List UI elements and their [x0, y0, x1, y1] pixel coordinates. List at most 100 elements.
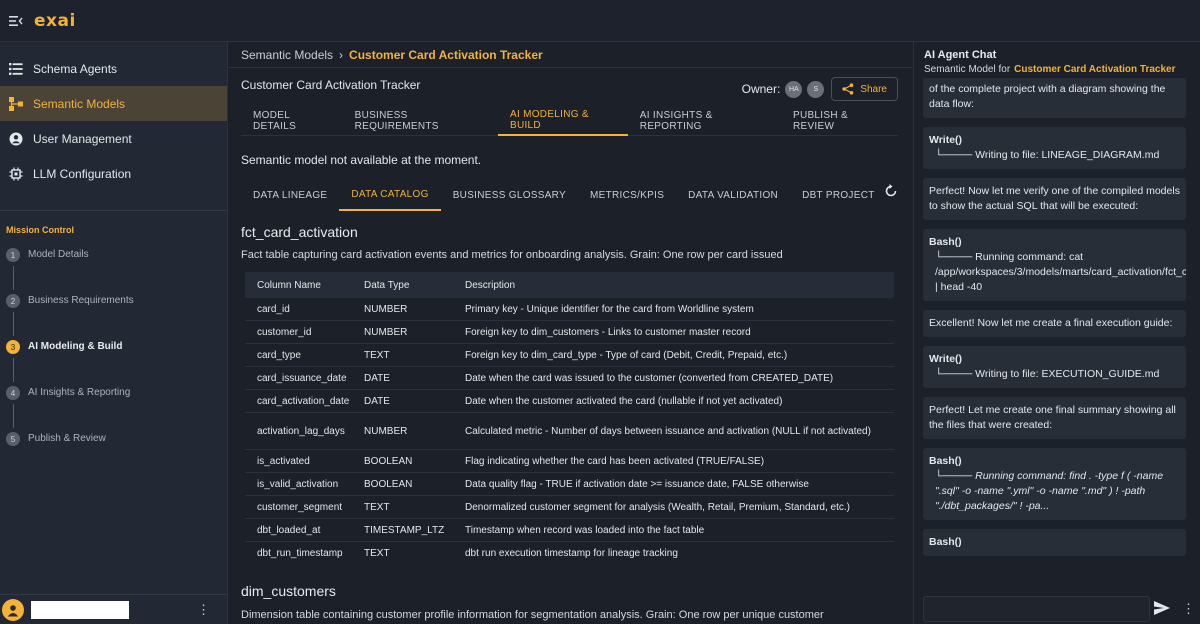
- cell-data-type: TEXT: [364, 501, 390, 513]
- chat-subtitle: Semantic Model for Customer Card Activati…: [924, 64, 1176, 75]
- chat-message: of the complete project with a diagram s…: [923, 78, 1186, 118]
- table-row: customer_id NUMBER Foreign key to dim_cu…: [245, 321, 894, 344]
- page-title: Customer Card Activation Tracker: [241, 78, 421, 92]
- table-description: Fact table capturing card activation eve…: [241, 249, 783, 261]
- sidebar-item-label: User Management: [33, 131, 132, 146]
- share-button[interactable]: Share: [831, 77, 898, 101]
- sidebar: Schema Agents Semantic Models User Manag…: [0, 42, 228, 624]
- column-header: Column Name: [257, 279, 321, 291]
- step-business-requirements[interactable]: 2 Business Requirements: [6, 290, 226, 336]
- tab-model-details[interactable]: MODEL DETAILS: [241, 105, 343, 136]
- message-text: of the complete project with a diagram s…: [929, 83, 1166, 110]
- app-logo[interactable]: exai: [34, 11, 76, 31]
- step-label: Model Details: [28, 249, 89, 260]
- collapse-menu-icon[interactable]: [2, 0, 30, 42]
- mission-control-steps: 1 Model Details 2 Business Requirements …: [6, 244, 226, 474]
- tab-metrics-kpis[interactable]: METRICS/KPIS: [578, 179, 676, 211]
- breadcrumb-current: Customer Card Activation Tracker: [349, 47, 543, 62]
- table-row: customer_segment TEXT Denormalized custo…: [245, 496, 894, 519]
- breadcrumb-separator: ›: [339, 47, 344, 62]
- chat-tool-message: Bash() └──── Running command: cat /app/w…: [923, 229, 1186, 301]
- sidebar-item-schema-agents[interactable]: Schema Agents: [0, 51, 227, 86]
- list-icon: [8, 61, 24, 77]
- tab-ai-modeling-build[interactable]: AI MODELING & BUILD: [497, 105, 628, 136]
- user-name-box: [31, 600, 129, 619]
- cell-column-name: dbt_loaded_at: [257, 524, 321, 536]
- chat-tool-message: Write() └──── Writing to file: EXECUTION…: [923, 346, 1186, 388]
- tab-publish-review[interactable]: PUBLISH & REVIEW: [781, 105, 898, 136]
- step-label: Business Requirements: [28, 295, 134, 306]
- cell-description: Foreign key to dim_customers - Links to …: [465, 326, 751, 338]
- table-row: dbt_run_timestamp TEXT dbt run execution…: [245, 542, 894, 565]
- share-icon: [842, 83, 854, 95]
- table-description: Dimension table containing customer prof…: [241, 609, 824, 621]
- message-text: Perfect! Let me create one final summary…: [929, 404, 1176, 431]
- table-name-fct-card-activation: fct_card_activation: [241, 224, 358, 240]
- tool-output: └──── Running command: find . -type f ( …: [935, 470, 1164, 512]
- cell-description: Foreign key to dim_card_type - Type of c…: [465, 349, 788, 361]
- owner-area: Owner: HA S Share: [742, 77, 898, 101]
- chat-subtitle-model: Customer Card Activation Tracker: [1014, 64, 1176, 75]
- step-publish-review[interactable]: 5 Publish & Review: [6, 428, 226, 474]
- cell-data-type: TIMESTAMP_LTZ: [364, 524, 445, 536]
- sub-tabs: DATA LINEAGE DATA CATALOG BUSINESS GLOSS…: [241, 179, 898, 211]
- refresh-icon[interactable]: [884, 184, 898, 201]
- tool-name: Bash(): [929, 236, 962, 248]
- top-bar: exai: [0, 0, 1200, 42]
- cell-description: Flag indicating whether the card has bee…: [465, 455, 765, 467]
- cell-column-name: card_activation_date: [257, 395, 350, 407]
- cell-data-type: NUMBER: [364, 303, 408, 315]
- sidebar-item-user-management[interactable]: User Management: [0, 121, 227, 156]
- table-row: card_type TEXT Foreign key to dim_card_t…: [245, 344, 894, 367]
- tab-dbt-project[interactable]: DBT PROJECT: [790, 179, 887, 211]
- cell-column-name: card_issuance_date: [257, 372, 347, 384]
- step-ai-modeling-build[interactable]: 3 AI Modeling & Build: [6, 336, 226, 382]
- cell-column-name: card_type: [257, 349, 301, 361]
- cell-column-name: customer_segment: [257, 501, 343, 513]
- step-ai-insights-reporting[interactable]: 4 AI Insights & Reporting: [6, 382, 226, 428]
- chat-tool-message: Bash(): [923, 529, 1186, 556]
- tab-data-validation[interactable]: DATA VALIDATION: [676, 179, 790, 211]
- tab-data-catalog[interactable]: DATA CATALOG: [339, 179, 441, 211]
- cell-column-name: dbt_run_timestamp: [257, 548, 343, 559]
- sidebar-divider: [0, 210, 228, 211]
- cell-description: Date when the customer activated the car…: [465, 395, 783, 407]
- cell-data-type: TEXT: [364, 548, 390, 559]
- chat-more-options-icon[interactable]: ⋮: [1182, 602, 1195, 615]
- sidebar-item-semantic-models[interactable]: Semantic Models: [0, 86, 227, 121]
- tab-business-requirements[interactable]: BUSINESS REQUIREMENTS: [343, 105, 498, 136]
- tab-business-glossary[interactable]: BUSINESS GLOSSARY: [441, 179, 578, 211]
- step-model-details[interactable]: 1 Model Details: [6, 244, 226, 290]
- share-label: Share: [860, 83, 887, 95]
- cell-data-type: TEXT: [364, 349, 390, 361]
- tool-name: Bash(): [929, 455, 962, 467]
- sidebar-item-llm-configuration[interactable]: LLM Configuration: [0, 156, 227, 191]
- owner-avatar[interactable]: HA: [785, 80, 803, 98]
- chat-input[interactable]: [923, 596, 1150, 622]
- cell-data-type: BOOLEAN: [364, 455, 413, 467]
- table-row: activation_lag_days NUMBER Calculated me…: [245, 413, 894, 450]
- column-header: Data Type: [364, 279, 410, 291]
- sidebar-item-label: Semantic Models: [33, 96, 126, 111]
- step-label: AI Modeling & Build: [28, 341, 123, 352]
- cell-description: Calculated metric - Number of days betwe…: [465, 425, 871, 437]
- cell-data-type: DATE: [364, 372, 390, 384]
- avatar[interactable]: [2, 598, 24, 621]
- tab-ai-insights-reporting[interactable]: AI INSIGHTS & REPORTING: [628, 105, 781, 136]
- table-row: dbt_loaded_at TIMESTAMP_LTZ Timestamp wh…: [245, 519, 894, 542]
- table-row: card_issuance_date DATE Date when the ca…: [245, 367, 894, 390]
- owner-avatar[interactable]: S: [807, 80, 825, 98]
- tab-data-lineage[interactable]: DATA LINEAGE: [241, 179, 339, 211]
- catalog-table: Column Name Data Type Description card_i…: [245, 272, 894, 565]
- step-number: 2: [6, 294, 20, 308]
- chat-tool-message: Write() └──── Writing to file: LINEAGE_D…: [923, 127, 1186, 169]
- tool-name: Bash(): [929, 536, 962, 548]
- breadcrumb: Semantic Models › Customer Card Activati…: [229, 42, 912, 68]
- send-icon[interactable]: [1154, 601, 1170, 618]
- more-options-icon[interactable]: ⋮: [197, 603, 210, 616]
- breadcrumb-root-link[interactable]: Semantic Models: [241, 48, 333, 62]
- step-connector: [13, 312, 14, 336]
- owner-label: Owner:: [741, 82, 781, 96]
- cell-data-type: DATE: [364, 395, 390, 407]
- cell-column-name: card_id: [257, 303, 290, 315]
